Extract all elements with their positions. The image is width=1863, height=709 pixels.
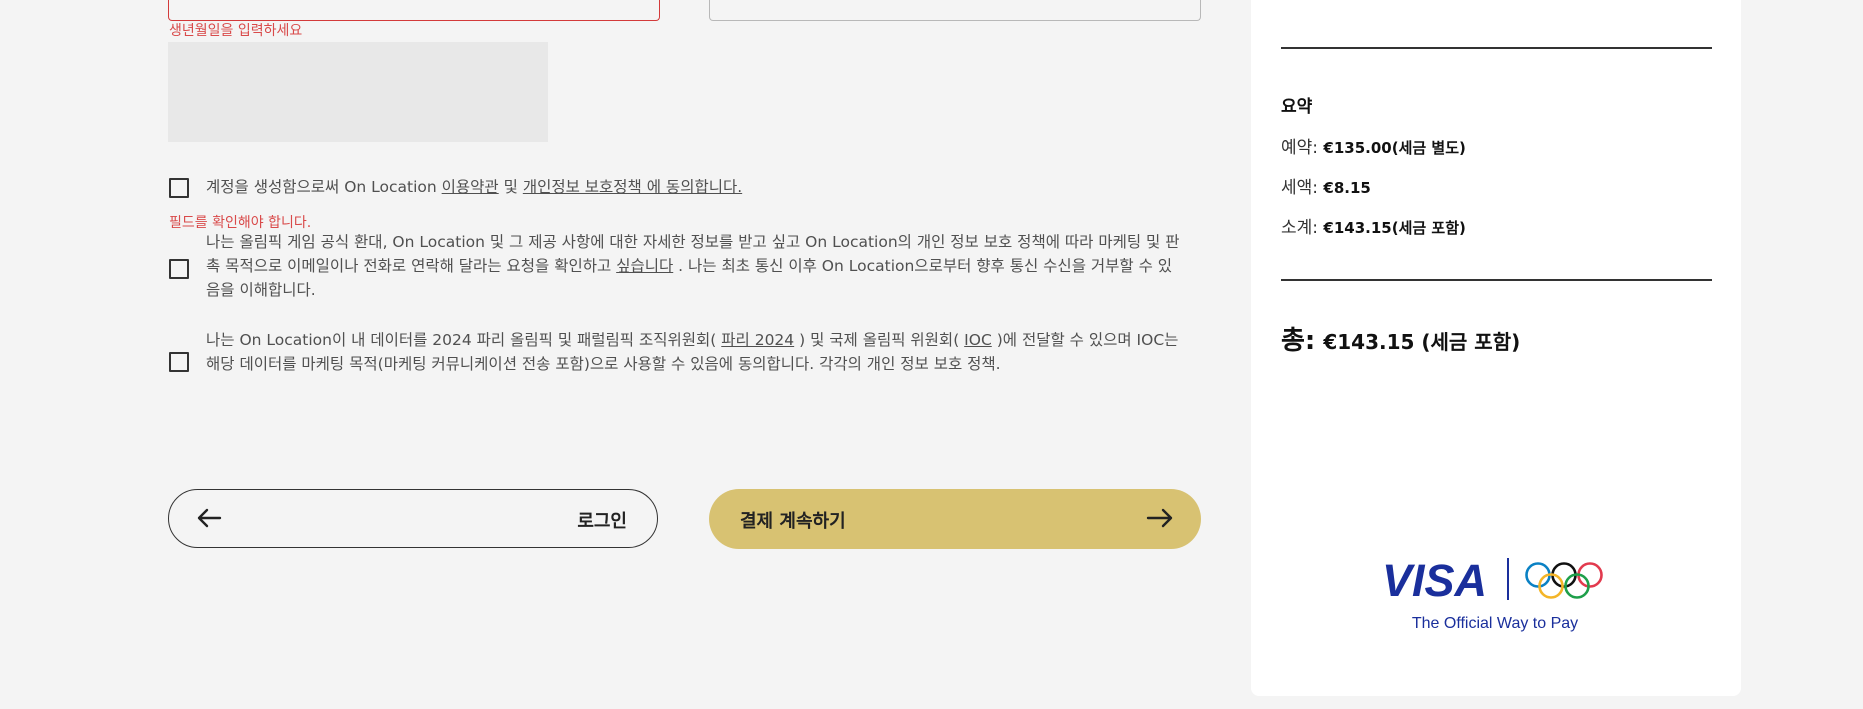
- arrow-left-icon: [197, 508, 222, 528]
- reservation-line: 예약: €135.00(세금 별도): [1281, 138, 1466, 158]
- visa-tagline: The Official Way to Pay: [1411, 615, 1579, 632]
- paris2024-link[interactable]: 파리 2024: [721, 331, 794, 349]
- birthdate-field[interactable]: [168, 0, 660, 21]
- privacy-policy-link[interactable]: 개인정보 보호정책 에 동의합니다.: [523, 178, 742, 196]
- reservation-value: €135.00(세금 별도): [1323, 139, 1466, 157]
- captcha-placeholder[interactable]: [168, 42, 548, 142]
- summary-divider-bottom: [1281, 279, 1712, 281]
- terms-consent-text: 계정을 생성함으로써 On Location 이용약관 및 개인정보 보호정책 …: [206, 178, 743, 196]
- marketing-checkbox[interactable]: [169, 259, 189, 279]
- tax-line: 세액: €8.15: [1281, 178, 1371, 198]
- login-label: 로그인: [577, 511, 627, 532]
- total-label: 총:: [1281, 326, 1316, 356]
- secondary-field[interactable]: [709, 0, 1201, 21]
- data-sharing-consent-text: 나는 On Location이 내 데이터를 2024 파리 올림픽 및 패럴림…: [206, 331, 1179, 373]
- birthdate-error: 생년월일을 입력하세요: [169, 23, 303, 39]
- summary-divider-top: [1281, 47, 1712, 49]
- login-button[interactable]: 로그인: [168, 489, 658, 548]
- subtotal-value: €143.15(세금 포함): [1323, 219, 1466, 237]
- ioc-link[interactable]: IOC: [964, 331, 992, 349]
- terms-link[interactable]: 이용약관: [442, 178, 499, 196]
- terms-error: 필드를 확인해야 합니다.: [169, 215, 312, 231]
- summary-heading: 요약: [1281, 97, 1313, 117]
- data-sharing-checkbox[interactable]: [169, 352, 189, 372]
- continue-payment-label: 결제 계속하기: [740, 511, 846, 532]
- olympic-rings-icon: [1525, 562, 1603, 599]
- subtotal-line: 소계: €143.15(세금 포함): [1281, 218, 1466, 238]
- terms-checkbox[interactable]: [169, 178, 189, 198]
- total-line: 총: €143.15 (세금 포함): [1281, 320, 1520, 357]
- tax-value: €8.15: [1323, 179, 1371, 197]
- arrow-right-icon: [1146, 508, 1173, 528]
- visa-olympics-logo: VISA: [1382, 555, 1603, 604]
- total-value: €143.15 (세금 포함): [1323, 330, 1521, 354]
- marketing-link[interactable]: 싶습니다: [616, 257, 673, 275]
- continue-payment-button[interactable]: 결제 계속하기: [709, 489, 1201, 549]
- visa-wordmark: VISA: [1382, 555, 1487, 604]
- marketing-consent-text: 나는 올림픽 게임 공식 환대, On Location 및 그 제공 사항에 …: [206, 233, 1180, 299]
